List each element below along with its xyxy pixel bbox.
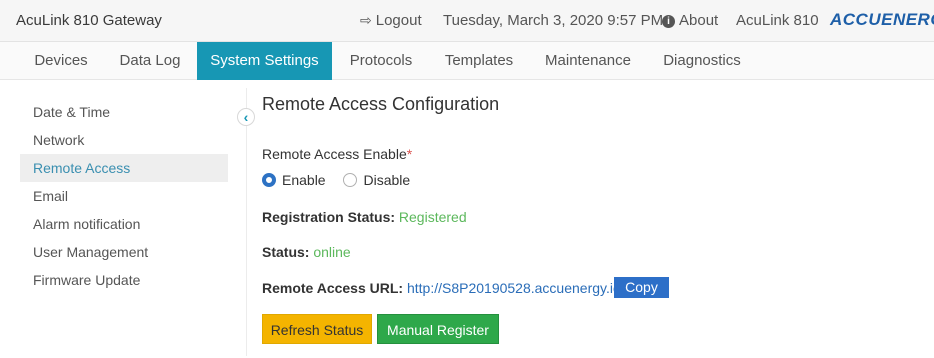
sidebar-divider — [246, 88, 247, 356]
page-title: Remote Access Configuration — [262, 94, 500, 114]
tab-diagnostics[interactable]: Diagnostics — [650, 42, 754, 80]
about-label: About — [679, 12, 719, 29]
about-link[interactable]: i About — [662, 12, 718, 29]
sidebar-item-firmware-update[interactable]: Firmware Update — [20, 266, 228, 294]
brand-logo: ACCUENERGY — [830, 10, 934, 29]
tab-maintenance[interactable]: Maintenance — [536, 42, 640, 80]
remote-url-link[interactable]: http://S8P20190528.accuenergy.io — [407, 280, 621, 296]
chevron-left-icon[interactable]: ‹ — [237, 108, 255, 126]
info-circle-icon: i — [662, 15, 675, 28]
device-name: AcuLink 810 — [736, 12, 819, 29]
registration-status-row: Registration Status: Registered — [262, 209, 467, 225]
current-datetime: Tuesday, March 3, 2020 9:57 PM — [443, 12, 664, 29]
enable-radio-group: Enable Disable — [262, 172, 424, 188]
copy-url-button[interactable]: Copy — [614, 277, 669, 298]
registration-status-label: Registration Status: — [262, 209, 396, 225]
enable-field-label: Remote Access Enable — [262, 146, 407, 162]
tab-data-log[interactable]: Data Log — [106, 42, 194, 80]
remote-url-row: Remote Access URL: http://S8P20190528.ac… — [262, 280, 621, 296]
enable-radio[interactable] — [262, 173, 276, 187]
sidebar-item-alarm-notification[interactable]: Alarm notification — [20, 210, 228, 238]
remote-url-label: Remote Access URL: — [262, 280, 404, 296]
tab-templates[interactable]: Templates — [432, 42, 526, 80]
top-bar: AcuLink 810 Gateway ⇨ Logout Tuesday, Mar… — [0, 0, 934, 42]
status-row: Status: online — [262, 244, 351, 260]
enable-radio-label[interactable]: Enable — [282, 172, 326, 188]
logout-link[interactable]: ⇨ Logout — [360, 12, 422, 29]
status-value: online — [313, 244, 351, 260]
sidebar-item-date-time[interactable]: Date & Time — [20, 98, 228, 126]
status-label: Status: — [262, 244, 310, 260]
sidebar-item-network[interactable]: Network — [20, 126, 228, 154]
refresh-status-button[interactable]: Refresh Status — [262, 314, 372, 344]
disable-radio[interactable] — [343, 173, 358, 187]
logout-label: Logout — [375, 12, 422, 29]
sidebar-item-email[interactable]: Email — [20, 182, 228, 210]
tab-system-settings[interactable]: System Settings — [197, 42, 332, 80]
sidebar-item-user-management[interactable]: User Management — [20, 238, 228, 266]
registration-status-value: Registered — [398, 209, 467, 225]
tab-protocols[interactable]: Protocols — [338, 42, 424, 80]
sign-out-icon: ⇨ — [360, 12, 372, 28]
required-marker: * — [406, 146, 413, 162]
tab-devices[interactable]: Devices — [20, 42, 102, 80]
manual-register-button[interactable]: Manual Register — [377, 314, 499, 344]
sidebar-item-remote-access[interactable]: Remote Access — [20, 154, 228, 182]
settings-sidebar: Date & Time Network Remote Access Email … — [20, 98, 228, 294]
disable-radio-label[interactable]: Disable — [363, 172, 410, 188]
app-title: AcuLink 810 Gateway — [16, 12, 162, 29]
main-nav-tabs: Devices Data Log System Settings Protoco… — [0, 42, 934, 80]
remote-access-enable-label: Remote Access Enable* — [262, 146, 412, 162]
